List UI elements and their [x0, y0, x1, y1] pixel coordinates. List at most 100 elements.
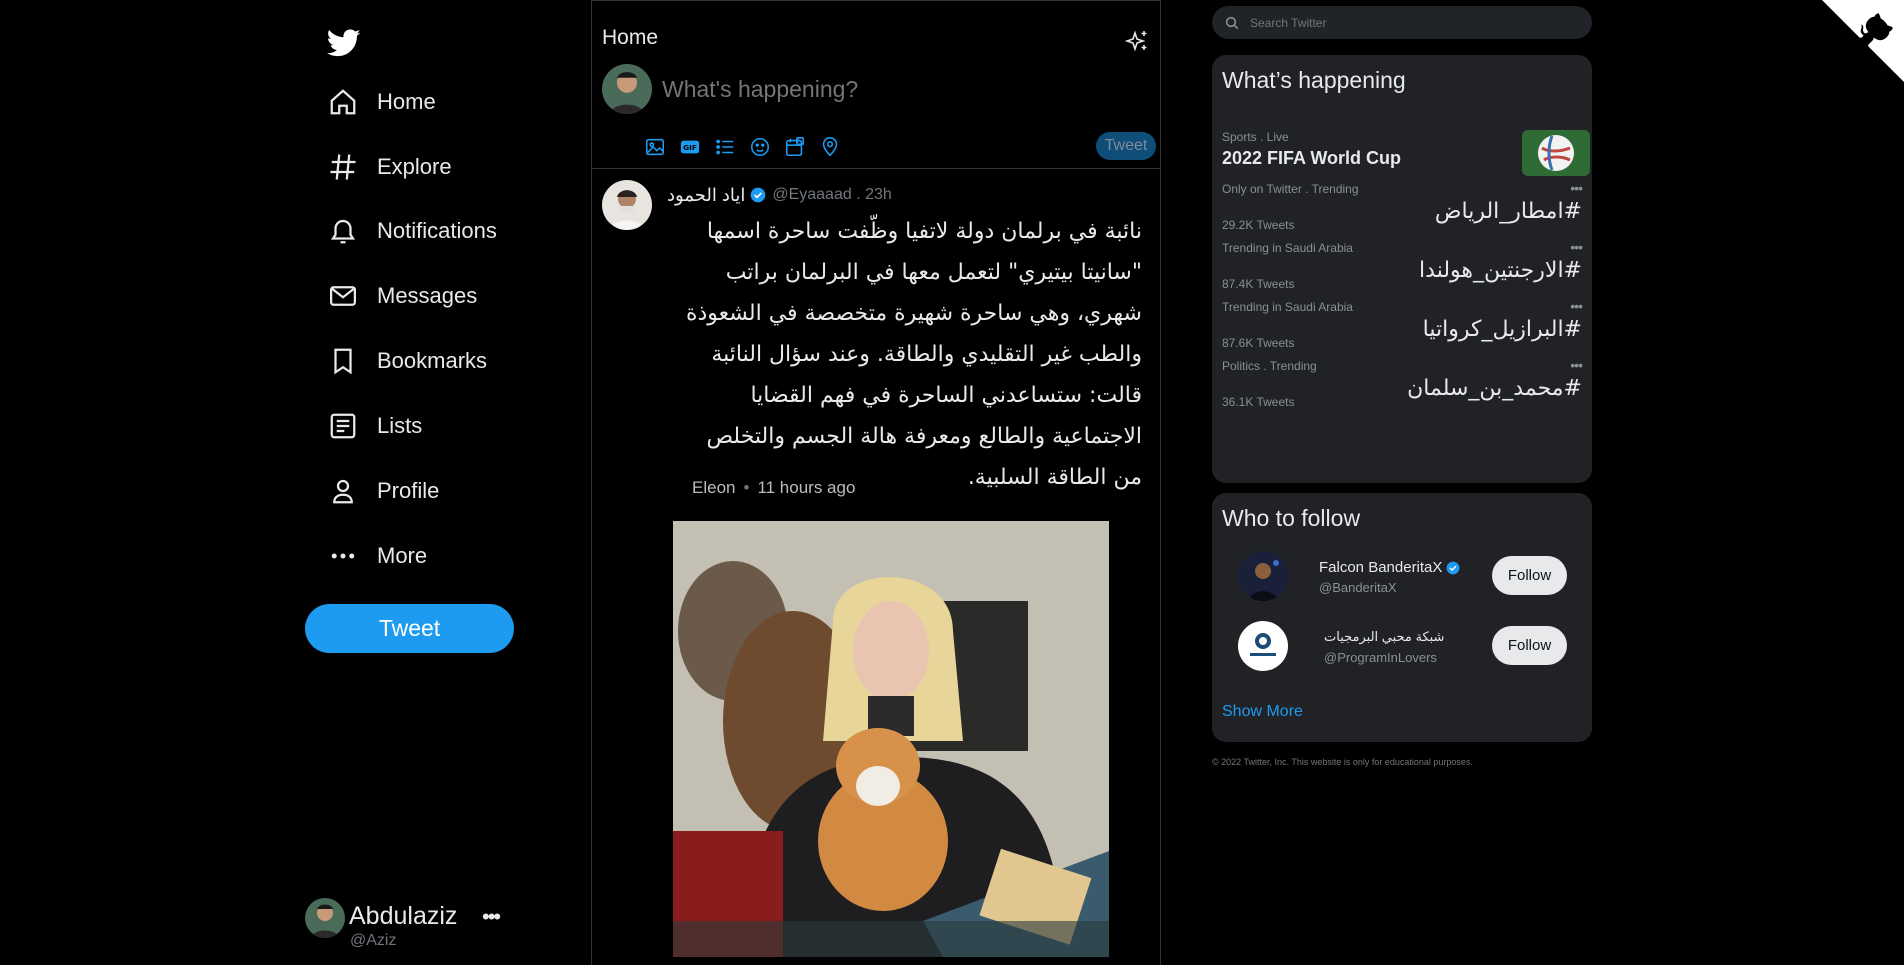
- trend-thumbnail: [1522, 130, 1590, 176]
- trends-panel: What’s happening Sports . Live 2022 FIFA…: [1212, 55, 1592, 483]
- twitter-bird-icon[interactable]: [325, 26, 363, 60]
- avatar: [602, 64, 652, 114]
- envelope-icon: [327, 280, 359, 312]
- home-icon: [327, 86, 359, 118]
- tweet-time: 11 hours ago: [757, 478, 856, 497]
- nav-label: Messages: [377, 283, 478, 308]
- follow-handle: @ProgramInLovers: [1324, 650, 1437, 665]
- trend-hashtag: #محمد_بن_سلمان: [1407, 376, 1582, 401]
- tweet-button[interactable]: Tweet: [305, 604, 514, 653]
- trend-count: 29.2K Tweets: [1222, 218, 1295, 232]
- more-dots-icon[interactable]: •••: [1570, 239, 1583, 255]
- nav-item-profile[interactable]: Profile: [327, 466, 439, 516]
- account-handle: @Aziz: [350, 932, 397, 949]
- github-corner-icon[interactable]: [1822, 0, 1904, 82]
- follow-title: Who to follow: [1222, 505, 1361, 531]
- poll-icon[interactable]: [712, 134, 738, 160]
- divider: [592, 168, 1160, 169]
- nav-item-lists[interactable]: Lists: [327, 401, 422, 451]
- nav-item-bookmarks[interactable]: Bookmarks: [327, 336, 487, 386]
- nav-item-home[interactable]: Home: [327, 77, 436, 127]
- trend-item[interactable]: Politics . Trending ••• #محمد_بن_سلمان 3…: [1222, 357, 1583, 421]
- more-dots-icon[interactable]: •••: [1570, 180, 1583, 196]
- search-icon: [1224, 15, 1240, 31]
- account-name: Abdulaziz: [349, 902, 458, 930]
- nav-item-notifications[interactable]: Notifications: [327, 206, 497, 256]
- nav-label: Lists: [377, 413, 423, 438]
- left-sidebar: Home Explore Notifications Messages Book…: [300, 0, 550, 965]
- list-icon: [327, 410, 359, 442]
- search-bar[interactable]: [1212, 6, 1592, 39]
- compose-tweet-button[interactable]: Tweet: [1096, 132, 1156, 160]
- nav-label: Notifications: [377, 218, 497, 243]
- timeline: Home GIF Tweet اياد الحمود: [591, 0, 1161, 965]
- more-dots-icon[interactable]: •••: [1570, 298, 1583, 314]
- nav-item-more[interactable]: More: [327, 531, 427, 581]
- search-input[interactable]: [1250, 15, 1570, 30]
- tweet-header: اياد الحمود @Eyaaaad . 23h: [667, 184, 1067, 206]
- verified-badge-icon: [1446, 561, 1460, 575]
- nav-item-messages[interactable]: Messages: [327, 271, 477, 321]
- featured-trend[interactable]: Sports . Live 2022 FIFA World Cup: [1222, 130, 1590, 178]
- tweet-author-name[interactable]: اياد الحمود: [667, 185, 745, 206]
- account-switcher[interactable]: Abdulaziz @Aziz •••: [305, 898, 515, 950]
- bookmark-icon: [327, 345, 359, 377]
- compose-input[interactable]: [662, 76, 1132, 103]
- sparkle-icon[interactable]: [1124, 29, 1149, 53]
- trend-hashtag: #الارجنتين_هولندا: [1419, 258, 1582, 283]
- trend-item[interactable]: Trending in Saudi Arabia ••• #الارجنتين_…: [1222, 239, 1583, 303]
- tweet-text: نائبة في برلمان دولة لاتفيا وظّفت ساحرة …: [685, 219, 1142, 490]
- tweet-author-handle: @Eyaaaad . 23h: [772, 186, 892, 203]
- trends-title: What’s happening: [1222, 67, 1406, 93]
- avatar: [1238, 621, 1288, 671]
- trend-hashtag: #البرازيل_كرواتيا: [1422, 317, 1582, 342]
- tweet-media-image[interactable]: [673, 521, 1109, 957]
- gif-icon[interactable]: GIF: [677, 134, 703, 160]
- follow-handle: @BanderitaX: [1319, 580, 1397, 595]
- footer-note: © 2022 Twitter, Inc. This website is onl…: [1212, 757, 1473, 767]
- avatar: [305, 898, 345, 938]
- nav-label: More: [377, 543, 428, 568]
- trend-title: 2022 FIFA World Cup: [1222, 148, 1402, 168]
- nav-item-explore[interactable]: Explore: [327, 142, 452, 192]
- follow-suggestion[interactable]: شبكة محبي البرمجيات @ProgramInLovers Fol…: [1212, 621, 1592, 677]
- verified-badge-icon: [750, 187, 766, 203]
- tweet-source: Eleon: [692, 478, 736, 497]
- who-to-follow-panel: Who to follow Falcon BanderitaX @Banderi…: [1212, 493, 1592, 742]
- trend-category: Sports . Live: [1222, 130, 1289, 144]
- avatar: [1238, 551, 1288, 601]
- follow-button[interactable]: Follow: [1492, 626, 1567, 665]
- svg-text:GIF: GIF: [683, 143, 697, 152]
- schedule-icon[interactable]: [782, 134, 808, 160]
- tweet-source-line: Eleon • 11 hours ago: [692, 478, 855, 498]
- nav-label: Profile: [377, 478, 440, 503]
- emoji-icon[interactable]: [747, 134, 773, 160]
- image-icon[interactable]: [642, 134, 668, 160]
- trend-item[interactable]: Trending in Saudi Arabia ••• #البرازيل_ك…: [1222, 298, 1583, 362]
- page-title: Home: [602, 26, 659, 49]
- compose-toolbar: GIF: [642, 134, 852, 160]
- follow-button[interactable]: Follow: [1492, 556, 1567, 595]
- more-dots-icon: [327, 540, 359, 572]
- follow-name: Falcon BanderitaX: [1319, 559, 1460, 576]
- follow-name: شبكة محبي البرمجيات: [1324, 629, 1445, 644]
- trend-count: 36.1K Tweets: [1222, 395, 1295, 409]
- show-more-link[interactable]: Show More: [1222, 703, 1303, 721]
- hashtag-icon: [327, 151, 359, 183]
- bell-icon: [327, 215, 359, 247]
- follow-suggestion[interactable]: Falcon BanderitaX @BanderitaX Follow: [1212, 551, 1592, 607]
- nav-label: Bookmarks: [377, 348, 488, 373]
- trend-category: Trending in Saudi Arabia: [1222, 241, 1353, 255]
- more-dots-icon[interactable]: •••: [1570, 357, 1583, 373]
- trend-category: Politics . Trending: [1222, 359, 1317, 373]
- trend-count: 87.4K Tweets: [1222, 277, 1295, 291]
- trend-count: 87.6K Tweets: [1222, 336, 1295, 350]
- account-more-icon[interactable]: •••: [482, 904, 501, 930]
- follow-name-text: Falcon BanderitaX: [1319, 559, 1443, 576]
- location-icon[interactable]: [817, 134, 843, 160]
- person-icon: [327, 475, 359, 507]
- avatar[interactable]: [602, 180, 652, 230]
- trend-item[interactable]: Only on Twitter . Trending ••• #امطار_ال…: [1222, 180, 1583, 244]
- nav-label: Explore: [377, 154, 452, 179]
- trend-category: Only on Twitter . Trending: [1222, 182, 1359, 196]
